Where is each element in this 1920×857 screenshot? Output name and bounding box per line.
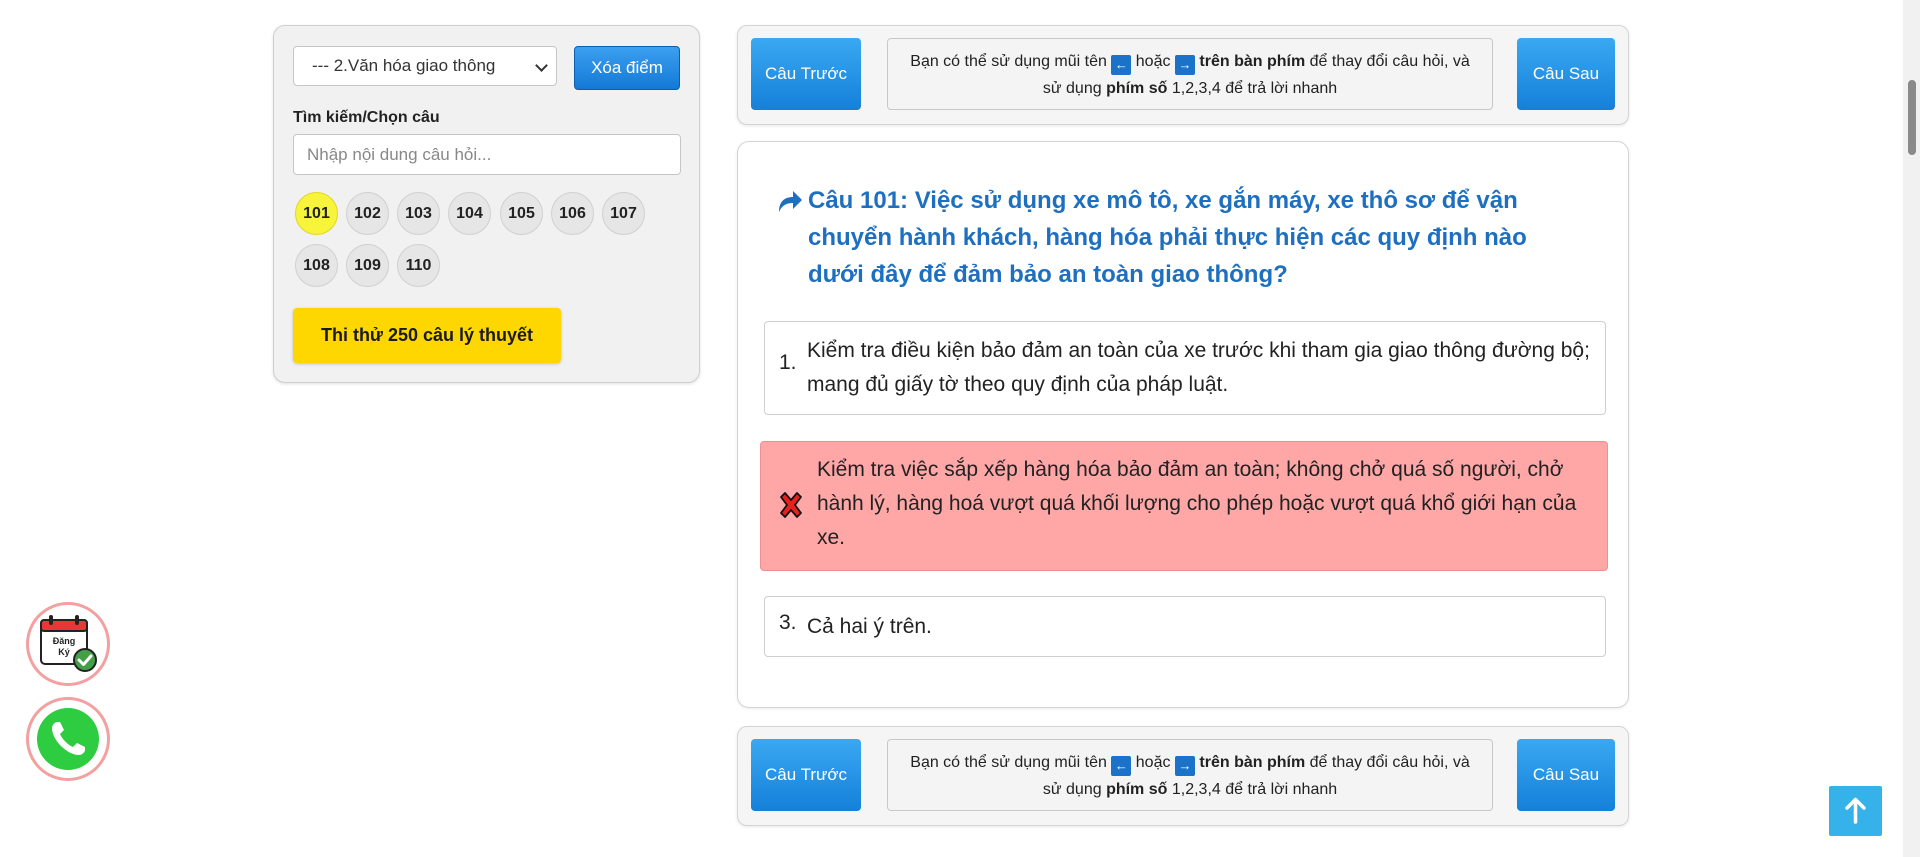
hint-text: 1,2,3,4 để trả lời nhanh <box>1171 80 1338 97</box>
hint-text: Bạn có thể sử dụng mũi tên <box>910 53 1107 70</box>
hint-text: để thay đổi câu hỏi, và <box>1309 53 1470 70</box>
question-card: Câu 101: Việc sử dụng xe mô tô, xe gắn m… <box>737 141 1629 708</box>
hint-text: để thay đổi câu hỏi, và <box>1309 754 1470 771</box>
answer-option-3[interactable]: 3. Cả hai ý trên. <box>764 596 1606 657</box>
keyboard-hint: Bạn có thể sử dụng mũi tên ← hoặc → trên… <box>887 38 1493 110</box>
page-scrollbar[interactable] <box>1903 0 1920 857</box>
trial-exam-button[interactable]: Thi thử 250 câu lý thuyết <box>293 308 561 363</box>
question-number-101[interactable]: 101 <box>295 192 338 235</box>
wrong-x-icon <box>780 492 802 518</box>
question-number-107[interactable]: 107 <box>602 192 645 235</box>
scroll-top-button[interactable] <box>1829 786 1882 836</box>
search-label: Tìm kiếm/Chọn câu <box>293 109 440 126</box>
answer-text: Kiểm tra việc sắp xếp hàng hóa bảo đảm a… <box>817 458 1577 549</box>
answer-number: 3. <box>779 611 797 634</box>
answer-text: Kiểm tra điều kiện bảo đảm an toàn của x… <box>807 339 1590 396</box>
prev-question-button[interactable]: Câu Trước <box>751 739 861 811</box>
calendar-check-icon: Đăng Ký <box>40 615 97 672</box>
hint-text: hoặc <box>1135 53 1171 70</box>
question-nav-top: Câu Trước Bạn có thể sử dụng mũi tên ← h… <box>737 25 1629 125</box>
question-number-105[interactable]: 105 <box>500 192 543 235</box>
prev-question-button[interactable]: Câu Trước <box>751 38 861 110</box>
answer-option-1[interactable]: 1. Kiểm tra điều kiện bảo đảm an toàn củ… <box>764 321 1606 415</box>
question-number-102[interactable]: 102 <box>346 192 389 235</box>
scrollbar-thumb[interactable] <box>1908 80 1916 155</box>
hint-text: Bạn có thể sử dụng mũi tên <box>910 754 1107 771</box>
search-input[interactable]: Nhập nội dung câu hỏi... <box>293 134 681 175</box>
hint-text: 1,2,3,4 để trả lời nhanh <box>1171 781 1338 798</box>
register-text-line2: Ký <box>58 647 70 657</box>
next-question-button[interactable]: Câu Sau <box>1517 739 1615 811</box>
share-arrow-icon <box>779 191 802 212</box>
arrow-up-icon <box>1845 797 1866 824</box>
register-text-line1: Đăng <box>53 636 76 646</box>
phone-float-button[interactable] <box>26 697 110 781</box>
question-number-103[interactable]: 103 <box>397 192 440 235</box>
topic-select[interactable]: --- 2.Văn hóa giao thông <box>293 46 557 86</box>
hint-bold-text: trên bàn phím <box>1199 754 1306 771</box>
answer-text: Cả hai ý trên. <box>807 615 932 638</box>
answer-option-2-wrong[interactable]: Kiểm tra việc sắp xếp hàng hóa bảo đảm a… <box>760 441 1608 571</box>
chevron-down-icon <box>535 59 548 72</box>
question-number-106[interactable]: 106 <box>551 192 594 235</box>
next-question-button[interactable]: Câu Sau <box>1517 38 1615 110</box>
arrow-right-key-icon: → <box>1174 55 1195 75</box>
hint-text: sử dụng <box>1042 80 1102 97</box>
question-selector-panel: --- 2.Văn hóa giao thông Xóa điểm Tìm ki… <box>273 25 700 383</box>
hint-bold-text: phím số <box>1106 80 1168 97</box>
register-float-button[interactable]: Đăng Ký <box>26 602 110 686</box>
phone-icon <box>37 708 99 770</box>
hint-bold-text: trên bàn phím <box>1199 53 1306 70</box>
question-number-109[interactable]: 109 <box>346 244 389 287</box>
hint-text: sử dụng <box>1042 781 1102 798</box>
question-number-108[interactable]: 108 <box>295 244 338 287</box>
question-number-110[interactable]: 110 <box>397 244 440 287</box>
hint-text: hoặc <box>1135 754 1171 771</box>
topic-select-value: --- 2.Văn hóa giao thông <box>312 56 496 75</box>
clear-score-button[interactable]: Xóa điểm <box>574 46 680 90</box>
keyboard-hint: Bạn có thể sử dụng mũi tên ← hoặc → trên… <box>887 739 1493 811</box>
question-title: Câu 101: Việc sử dụng xe mô tô, xe gắn m… <box>808 187 1527 288</box>
arrow-right-key-icon: → <box>1174 756 1195 776</box>
arrow-left-key-icon: ← <box>1111 55 1132 75</box>
answer-number: 1. <box>779 351 797 374</box>
question-number-104[interactable]: 104 <box>448 192 491 235</box>
hint-bold-text: phím số <box>1106 781 1168 798</box>
question-nav-bottom: Câu Trước Bạn có thể sử dụng mũi tên ← h… <box>737 726 1629 826</box>
arrow-left-key-icon: ← <box>1111 756 1132 776</box>
